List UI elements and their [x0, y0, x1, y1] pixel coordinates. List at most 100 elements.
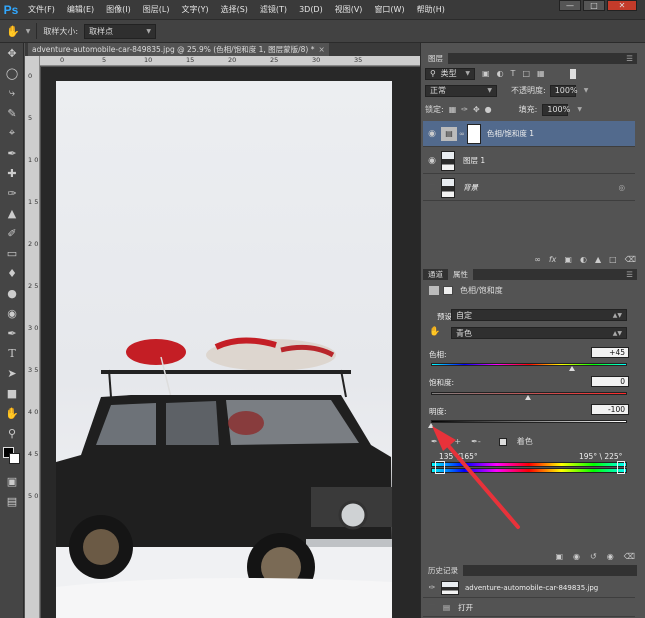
pen-tool-icon[interactable]: ✒: [0, 323, 24, 343]
eyedropper-plus-icon[interactable]: ✒+: [448, 437, 461, 446]
history-state-box[interactable]: □: [423, 603, 441, 613]
tab-history[interactable]: 历史记录: [423, 565, 463, 576]
eyedropper-tool-icon[interactable]: ✋: [6, 25, 20, 38]
quick-mask-icon[interactable]: ▣: [0, 471, 24, 491]
tab-channels[interactable]: 通道: [423, 269, 448, 280]
menu-filter[interactable]: 滤镜(T): [254, 4, 293, 15]
hue-slider[interactable]: [431, 363, 627, 366]
range-bar-bottom[interactable]: [431, 468, 627, 473]
visibility-toggle-off[interactable]: □: [423, 183, 441, 193]
eyedropper-minus-icon[interactable]: ✒-: [471, 437, 481, 446]
blur-tool-icon[interactable]: ●: [0, 283, 24, 303]
paint-bucket-tool-icon[interactable]: ♦: [0, 263, 24, 283]
screen-mode-icon[interactable]: ▤: [0, 491, 24, 511]
lightness-field[interactable]: -100: [591, 404, 629, 415]
menu-type[interactable]: 文字(Y): [175, 4, 214, 15]
menu-window[interactable]: 窗口(W): [368, 4, 410, 15]
filter-adjustment-icon[interactable]: ◐: [497, 69, 504, 78]
ruler-vertical[interactable]: 0 5 1 0 1 5 2 0 2 5 3 0 3 5 4 0 4 5 5 0: [25, 56, 40, 618]
chevron-down-icon[interactable]: ▼: [584, 87, 589, 94]
chevron-down-icon[interactable]: ▼: [577, 106, 582, 113]
close-icon[interactable]: ×: [318, 45, 324, 54]
document-tab[interactable]: adventure-automobile-car-849835.jpg @ 25…: [28, 43, 329, 56]
layer-row[interactable]: ◉ ▤ ∞ 色相/饱和度 1: [423, 121, 635, 147]
adjustment-icon[interactable]: [429, 286, 439, 295]
new-group-icon[interactable]: ▲: [595, 255, 601, 266]
filter-type-icon[interactable]: T: [511, 69, 516, 78]
zoom-tool-icon[interactable]: ⚲: [0, 423, 24, 443]
menu-help[interactable]: 帮助(H): [411, 4, 451, 15]
crop-tool-icon[interactable]: ⌖: [0, 123, 24, 143]
eye-icon[interactable]: ◉: [423, 156, 441, 166]
layer-mask-thumbnail[interactable]: [466, 123, 481, 144]
mask-icon[interactable]: [443, 286, 453, 295]
quick-select-tool-icon[interactable]: ✎: [0, 103, 24, 123]
path-selection-tool-icon[interactable]: ➤: [0, 363, 24, 383]
hue-slider-handle[interactable]: [569, 366, 575, 371]
fx-icon[interactable]: fx: [549, 255, 557, 266]
filter-pixel-icon[interactable]: ▣: [482, 69, 490, 78]
history-brush-tool-icon[interactable]: ✐: [0, 223, 24, 243]
menu-layer[interactable]: 图层(L): [137, 4, 176, 15]
menu-edit[interactable]: 编辑(E): [61, 4, 100, 15]
eyedropper-tool-icon[interactable]: ✒: [0, 143, 24, 163]
filter-toggle[interactable]: [569, 68, 576, 79]
opacity-field[interactable]: 100%: [549, 84, 578, 97]
marquee-tool-icon[interactable]: ◯: [0, 63, 24, 83]
range-handle-left[interactable]: [435, 461, 445, 474]
menu-image[interactable]: 图像(I): [100, 4, 137, 15]
history-snapshot-row[interactable]: ✑ adventure-automobile-car-849835.jpg: [423, 578, 635, 598]
view-previous-icon[interactable]: ◉: [573, 552, 580, 563]
trash-icon[interactable]: ⌫: [624, 552, 635, 563]
range-handle-right[interactable]: [617, 461, 625, 474]
ruler-horizontal[interactable]: 0 5 10 15 20 25 30 35: [40, 56, 420, 66]
trash-icon[interactable]: ⌫: [625, 255, 636, 266]
type-tool-icon[interactable]: T: [0, 343, 24, 363]
saturation-field[interactable]: 0: [591, 376, 629, 387]
brush-tool-icon[interactable]: ✑: [0, 183, 24, 203]
history-state-row[interactable]: □ ▤ 打开: [423, 599, 635, 617]
chain-link-icon[interactable]: ∞: [459, 130, 465, 138]
tab-properties[interactable]: 属性: [448, 269, 473, 280]
new-adjustment-icon[interactable]: ◐: [580, 255, 587, 266]
minimize-button[interactable]: —: [559, 0, 581, 11]
layer-row[interactable]: ◉ 图层 1: [423, 148, 635, 174]
document-canvas[interactable]: [41, 67, 420, 618]
hand-target-icon[interactable]: ✋: [429, 327, 440, 337]
menu-view[interactable]: 视图(V): [329, 4, 369, 15]
reset-icon[interactable]: ↺: [590, 552, 597, 563]
channel-select[interactable]: 青色 ▲▼: [451, 327, 627, 339]
add-mask-icon[interactable]: ▣: [564, 255, 572, 266]
layer-filter-select[interactable]: ⚲ 类型 ▼: [425, 67, 475, 80]
color-swatches[interactable]: [0, 443, 23, 471]
menu-file[interactable]: 文件(F): [22, 4, 61, 15]
tab-layers[interactable]: 图层: [423, 53, 448, 64]
panel-menu-icon[interactable]: ☰: [626, 54, 633, 63]
background-color-swatch[interactable]: [9, 453, 20, 464]
menu-select[interactable]: 选择(S): [215, 4, 254, 15]
range-bar-top[interactable]: [431, 462, 627, 467]
hand-tool-icon[interactable]: ✋: [0, 403, 24, 423]
lasso-tool-icon[interactable]: ⤷: [0, 83, 24, 103]
lock-transparent-icon[interactable]: ▦: [449, 105, 457, 114]
colorize-checkbox[interactable]: [498, 437, 507, 446]
move-tool-icon[interactable]: ✥: [0, 43, 24, 63]
lock-all-icon[interactable]: ●: [485, 105, 492, 114]
new-layer-icon[interactable]: □: [609, 255, 617, 266]
sample-size-select[interactable]: 取样点 ▼: [84, 23, 157, 39]
preset-select[interactable]: 自定 ▲▼: [451, 309, 627, 321]
tool-preset-chevron-icon[interactable]: ▼: [26, 28, 31, 35]
close-button[interactable]: ✕: [607, 0, 637, 11]
blend-mode-select[interactable]: 正常 ▼: [425, 84, 497, 97]
maximize-button[interactable]: □: [583, 0, 605, 11]
link-layers-icon[interactable]: ∞: [534, 255, 541, 266]
menu-3d[interactable]: 3D(D): [293, 5, 329, 14]
eye-icon[interactable]: ◉: [423, 129, 441, 139]
filter-smart-icon[interactable]: ▦: [537, 69, 545, 78]
fill-field[interactable]: 100%: [542, 103, 570, 116]
lock-position-icon[interactable]: ✥: [473, 105, 480, 114]
filter-shape-icon[interactable]: □: [522, 69, 530, 78]
healing-brush-tool-icon[interactable]: ✚: [0, 163, 24, 183]
saturation-slider-handle[interactable]: [525, 395, 531, 400]
clip-to-layer-icon[interactable]: ▣: [555, 552, 563, 563]
